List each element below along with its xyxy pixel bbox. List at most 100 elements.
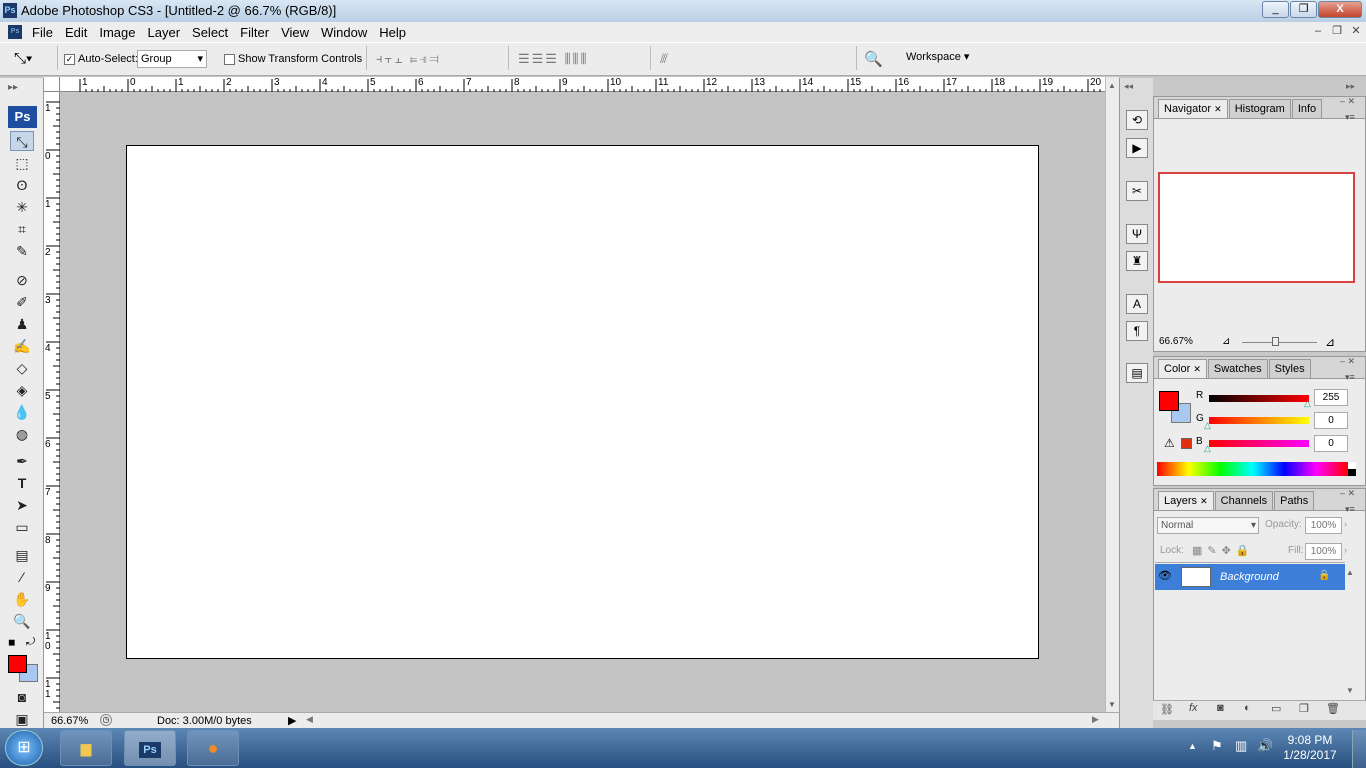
magic-wand-tool-icon[interactable]: ✳ bbox=[10, 197, 34, 217]
dodge-tool-icon[interactable]: ◍ bbox=[10, 424, 34, 444]
channel-g-slider[interactable] bbox=[1209, 417, 1309, 424]
layer-thumbnail[interactable] bbox=[1181, 567, 1211, 587]
panel-menu-icon[interactable]: ▾≡ bbox=[1345, 112, 1355, 123]
add-mask-icon[interactable]: ◙ bbox=[1217, 702, 1224, 714]
menu-edit[interactable]: Edit bbox=[59, 25, 93, 40]
menu-file[interactable]: File bbox=[26, 25, 59, 40]
layer-style-icon[interactable]: fx bbox=[1189, 702, 1198, 714]
eyedropper-tool-icon[interactable]: ⁄ bbox=[10, 567, 34, 587]
color-panel-fg-swatch[interactable] bbox=[1159, 391, 1179, 411]
channel-g-value[interactable]: 0 bbox=[1314, 412, 1348, 429]
panel-menu-icon[interactable]: ▾≡ bbox=[1345, 372, 1355, 383]
move-tool-preset-icon[interactable]: ⤡▾ bbox=[14, 50, 32, 67]
fill-arrow-icon[interactable]: › bbox=[1344, 545, 1347, 555]
new-layer-icon[interactable]: ❐ bbox=[1299, 702, 1309, 715]
tab-channels[interactable]: Channels bbox=[1214, 491, 1274, 510]
collapse-toolbox-icon[interactable]: ▸▸ bbox=[8, 82, 18, 93]
healing-brush-tool-icon[interactable]: ⊘ bbox=[10, 270, 34, 290]
crop-tool-icon[interactable]: ⌗ bbox=[10, 219, 34, 239]
show-hidden-icons-icon[interactable]: ▲ bbox=[1188, 741, 1197, 751]
spectrum-black-chip[interactable] bbox=[1348, 469, 1356, 476]
type-tool-icon[interactable]: T bbox=[10, 473, 34, 493]
show-desktop-button[interactable] bbox=[1352, 730, 1366, 768]
swap-colors-icon[interactable]: ⤾ bbox=[26, 636, 35, 649]
link-layers-icon[interactable]: ⛓ bbox=[1160, 703, 1174, 716]
action-center-icon[interactable]: ⚑ bbox=[1211, 738, 1223, 754]
panel-minimize-icon[interactable]: – ✕ bbox=[1340, 96, 1355, 107]
tab-histogram[interactable]: Histogram bbox=[1228, 99, 1291, 118]
actions-panel-icon[interactable]: ▶ bbox=[1126, 138, 1148, 158]
close-button[interactable]: X bbox=[1318, 1, 1362, 18]
close-icon[interactable]: ✕ bbox=[1200, 496, 1208, 506]
start-button[interactable]: ⊞ bbox=[5, 730, 43, 766]
restore-button[interactable]: ❐ bbox=[1290, 1, 1317, 18]
channel-r-slider[interactable] bbox=[1209, 395, 1309, 402]
panel-menu-icon[interactable]: ▾≡ bbox=[1345, 504, 1355, 515]
slice-tool-icon[interactable]: ✎ bbox=[10, 241, 34, 261]
tab-swatches[interactable]: Swatches bbox=[1207, 359, 1268, 378]
tab-info[interactable]: Info bbox=[1291, 99, 1323, 118]
tab-navigator[interactable]: Navigator ✕ bbox=[1158, 99, 1228, 118]
opacity-value[interactable]: 100% bbox=[1305, 517, 1342, 534]
channel-r-value[interactable]: 255 bbox=[1314, 389, 1348, 406]
scroll-down-icon[interactable]: ▼ bbox=[1108, 700, 1116, 709]
history-panel-icon[interactable]: ⟲ bbox=[1126, 110, 1148, 130]
menu-select[interactable]: Select bbox=[186, 25, 234, 40]
layers-scrollbar[interactable]: ▲ ▼ bbox=[1346, 568, 1358, 698]
align-buttons-group[interactable]: ⫞⫟⫠ ⫢⫣⫤ bbox=[376, 51, 441, 67]
menu-layer[interactable]: Layer bbox=[142, 25, 187, 40]
panel-minimize-icon[interactable]: – ✕ bbox=[1340, 356, 1355, 367]
status-zoom-icon[interactable]: ◷ bbox=[100, 714, 112, 726]
tab-paths[interactable]: Paths bbox=[1274, 491, 1315, 510]
blend-mode-dropdown[interactable]: Normal ▾ bbox=[1157, 517, 1259, 534]
tab-color[interactable]: Color ✕ bbox=[1158, 359, 1207, 378]
clock[interactable]: 9:08 PM 1/28/2017 bbox=[1280, 733, 1340, 763]
status-zoom[interactable]: 66.67% bbox=[51, 715, 88, 727]
ruler-origin[interactable] bbox=[44, 77, 60, 92]
tool-presets-panel-icon[interactable]: ✂ bbox=[1126, 181, 1148, 201]
volume-icon[interactable]: 🔊 bbox=[1257, 738, 1273, 754]
new-group-icon[interactable]: ▭ bbox=[1271, 702, 1281, 715]
zoom-tool-icon[interactable]: 🔍 bbox=[10, 611, 34, 631]
delete-layer-icon[interactable]: 🗑 bbox=[1326, 702, 1340, 715]
adjustment-layer-icon[interactable]: ◐ bbox=[1244, 702, 1251, 714]
layer-lock-icon[interactable]: 🔒 bbox=[1318, 570, 1330, 581]
screen-mode-icon[interactable]: ▣ bbox=[10, 711, 34, 727]
channel-b-slider[interactable] bbox=[1209, 440, 1309, 447]
navigator-zoom-value[interactable]: 66.67% bbox=[1159, 336, 1193, 347]
clone-stamp-tool-icon[interactable]: ♟ bbox=[10, 314, 34, 334]
spectrum-white-chip[interactable] bbox=[1348, 462, 1356, 469]
doc-close-icon[interactable]: ✕ bbox=[1348, 25, 1364, 39]
lock-buttons-group[interactable]: ▦✎✥🔒 bbox=[1192, 544, 1255, 557]
eye-visibility-icon[interactable]: 👁 bbox=[1158, 569, 1172, 582]
auto-select-checkbox[interactable]: ✓ bbox=[64, 50, 75, 68]
taskbar-firefox-button[interactable]: ● bbox=[187, 730, 239, 766]
move-tool-icon[interactable]: ⤡ bbox=[10, 131, 34, 151]
layer-name[interactable]: Background bbox=[1220, 571, 1279, 583]
opacity-arrow-icon[interactable]: › bbox=[1344, 519, 1347, 529]
close-icon[interactable]: ✕ bbox=[1193, 364, 1201, 374]
panel-minimize-icon[interactable]: – ✕ bbox=[1340, 488, 1355, 499]
bridge-icon[interactable]: 🔍 bbox=[864, 50, 883, 68]
close-icon[interactable]: ✕ bbox=[1214, 104, 1222, 114]
menu-image[interactable]: Image bbox=[93, 25, 141, 40]
foreground-color-swatch-front[interactable] bbox=[8, 655, 27, 673]
taskbar-photoshop-button[interactable]: Ps bbox=[124, 730, 176, 766]
auto-select-dropdown[interactable]: Group ▾ bbox=[137, 50, 207, 68]
channel-b-value[interactable]: 0 bbox=[1314, 435, 1348, 452]
brushes-panel-icon[interactable]: Ψ bbox=[1126, 224, 1148, 244]
minimize-button[interactable]: _ bbox=[1262, 1, 1289, 18]
doc-restore-icon[interactable]: ❐ bbox=[1329, 25, 1345, 39]
quick-mask-icon[interactable]: ◙ bbox=[10, 687, 34, 707]
eraser-tool-icon[interactable]: ◇ bbox=[10, 358, 34, 378]
channel-r-thumb[interactable]: △ bbox=[1304, 398, 1311, 409]
hand-tool-icon[interactable]: ✋ bbox=[10, 589, 34, 609]
scroll-right-icon[interactable]: ▶ bbox=[1092, 714, 1099, 725]
vertical-ruler[interactable]: 101234567891 01 1 bbox=[44, 92, 60, 712]
pen-tool-icon[interactable]: ✒ bbox=[10, 451, 34, 471]
layer-comps-panel-icon[interactable]: ▤ bbox=[1126, 363, 1148, 383]
collapse-dock-icon[interactable]: ◂◂ bbox=[1124, 81, 1133, 92]
gamut-warning-icon[interactable]: ⚠ bbox=[1164, 436, 1175, 450]
character-panel-icon[interactable]: A bbox=[1126, 294, 1148, 314]
path-selection-tool-icon[interactable]: ➤ bbox=[10, 495, 34, 515]
